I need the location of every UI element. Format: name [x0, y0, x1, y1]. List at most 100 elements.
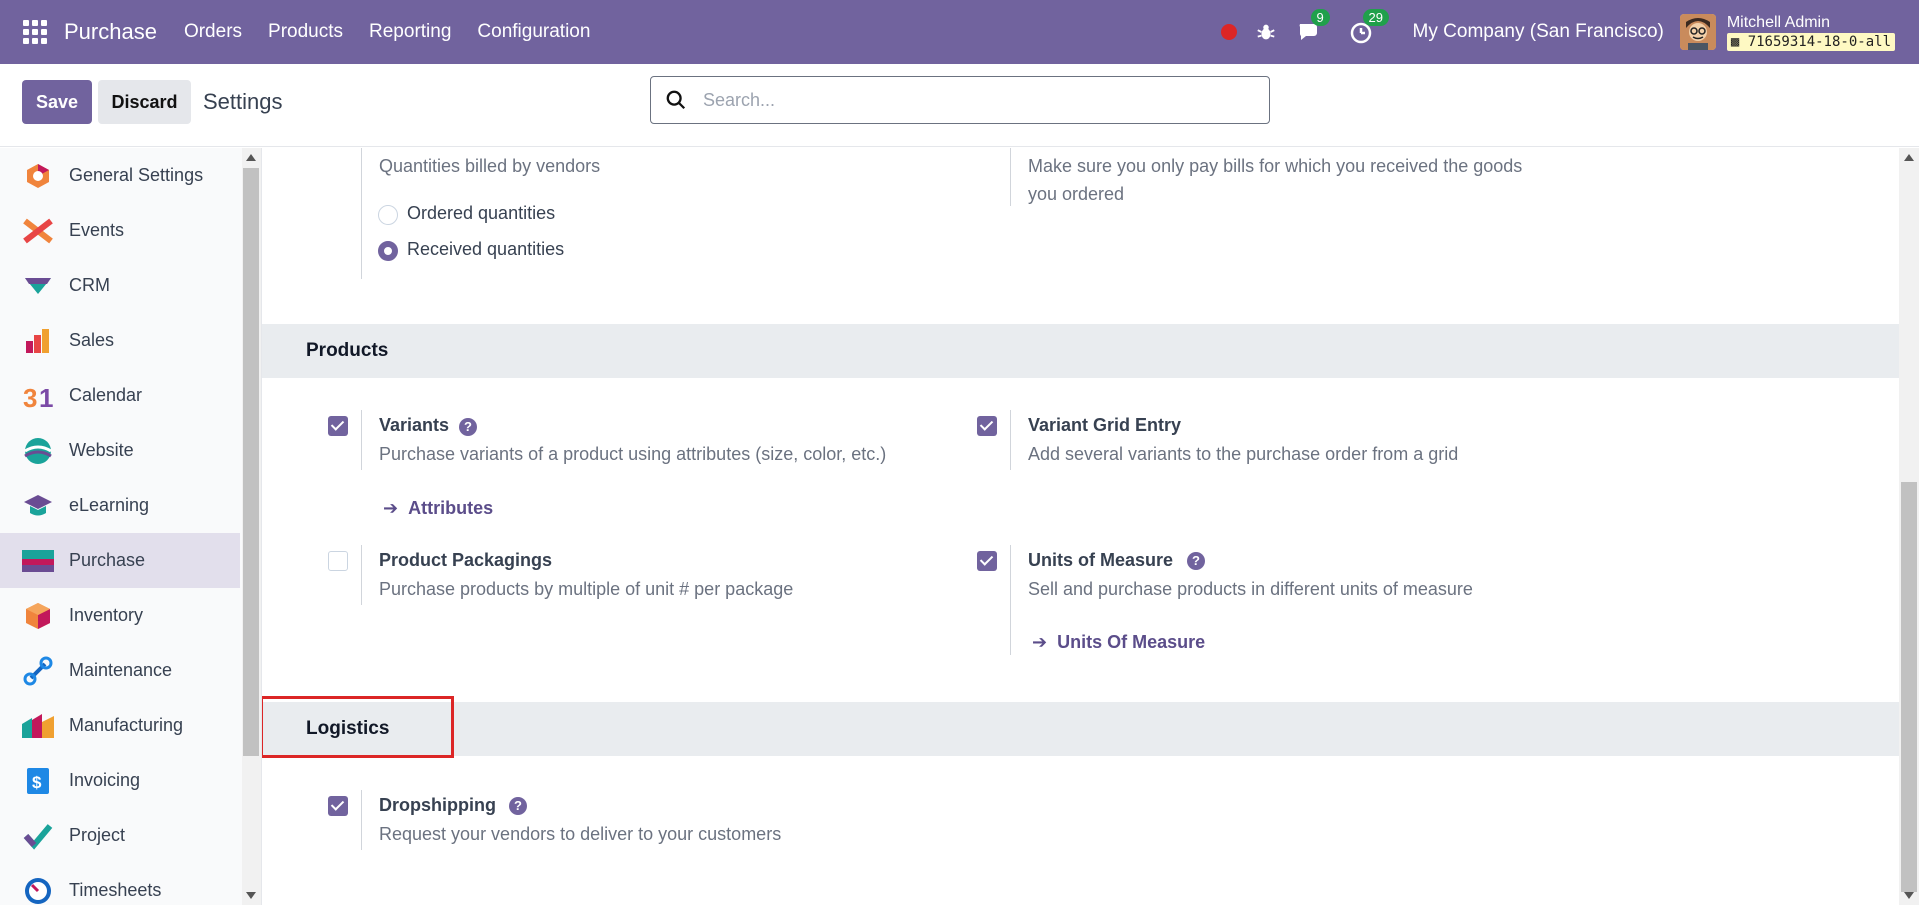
setting-divider	[1010, 148, 1011, 206]
variants-desc: Purchase variants of a product using att…	[379, 444, 887, 464]
messages-button[interactable]: 9	[1297, 9, 1330, 45]
settings-sidebar: General Settings Events CRM Sales 31 Cal…	[0, 148, 262, 905]
sidebar-scrollbar-thumb[interactable]	[243, 168, 259, 756]
section-title-logistics: Logistics	[306, 718, 390, 739]
setting-divider	[1010, 410, 1011, 470]
three-way-match-desc-line2: you ordered	[1028, 184, 1125, 204]
dropshipping-checkbox[interactable]	[328, 796, 348, 816]
sidebar-item-crm[interactable]: CRM	[0, 258, 240, 313]
variants-checkbox[interactable]	[328, 416, 348, 436]
uom-title: Units of Measure	[1028, 550, 1174, 570]
packagings-title: Product Packagings	[379, 550, 553, 570]
app-brand[interactable]: Purchase	[64, 19, 157, 45]
sidebar-item-inventory[interactable]: Inventory	[0, 588, 240, 643]
save-button[interactable]: Save	[22, 80, 92, 124]
variant-grid-title: Variant Grid Entry	[1028, 415, 1182, 435]
menu-reporting[interactable]: Reporting	[369, 21, 451, 43]
sales-icon	[22, 325, 54, 357]
navbar-systray: 9 29 My Company (San Francisco) Mitchell…	[1220, 0, 1919, 64]
packagings-desc: Purchase products by multiple of unit # …	[379, 579, 794, 599]
elearning-icon	[22, 490, 54, 522]
sidebar-item-label: Timesheets	[69, 880, 162, 900]
help-icon[interactable]: ?	[509, 797, 527, 815]
attributes-link[interactable]: ➔ Attributes	[383, 498, 493, 519]
sidebar-item-website[interactable]: Website	[0, 423, 240, 478]
company-switcher[interactable]: My Company (San Francisco)	[1413, 21, 1664, 43]
calendar-icon: 31	[22, 380, 54, 412]
sidebar-item-calendar[interactable]: 31 Calendar	[0, 368, 240, 423]
uom-checkbox[interactable]	[977, 551, 997, 571]
timesheets-icon	[22, 875, 54, 905]
top-navbar: Purchase Orders Products Reporting Confi…	[0, 0, 1919, 64]
svg-text:$: $	[32, 773, 42, 792]
svg-text:3: 3	[23, 383, 37, 410]
sidebar-item-label: Project	[69, 825, 126, 845]
manufacturing-icon	[22, 710, 54, 742]
main-scroll-up-icon[interactable]	[1904, 154, 1914, 161]
main-scroll-down-icon[interactable]	[1904, 892, 1914, 899]
svg-text:1: 1	[39, 383, 53, 410]
sidebar-item-label: Purchase	[69, 550, 146, 570]
activities-badge: 29	[1362, 9, 1390, 26]
help-icon[interactable]: ?	[1187, 552, 1205, 570]
sidebar-scroll-down-icon[interactable]	[246, 892, 256, 899]
sidebar-item-label: Sales	[69, 330, 115, 350]
packagings-checkbox[interactable]	[328, 551, 348, 571]
activities-button[interactable]: 29	[1349, 9, 1390, 45]
database-tag: ▩ 71659314-18-0-all	[1726, 32, 1895, 51]
sidebar-item-timesheets[interactable]: Timesheets	[0, 863, 240, 905]
bug-icon[interactable]	[1255, 21, 1277, 43]
sidebar-item-maintenance[interactable]: Maintenance	[0, 643, 240, 698]
sidebar-item-project[interactable]: Project	[0, 808, 240, 863]
search-box[interactable]	[650, 76, 1270, 124]
sidebar-item-elearning[interactable]: eLearning	[0, 478, 240, 533]
events-icon	[22, 215, 54, 247]
three-way-match-desc-line1: Make sure you only pay bills for which y…	[1028, 156, 1523, 176]
user-avatar[interactable]	[1679, 14, 1716, 50]
sidebar-item-events[interactable]: Events	[0, 203, 240, 258]
menu-configuration[interactable]: Configuration	[477, 21, 590, 43]
sidebar-item-sales[interactable]: Sales	[0, 313, 240, 368]
sidebar-item-label: Inventory	[69, 605, 144, 625]
radio-label-ordered[interactable]: Ordered quantities	[407, 203, 555, 224]
radio-label-received[interactable]: Received quantities	[407, 239, 564, 260]
sidebar-item-purchase[interactable]: Purchase	[0, 533, 240, 588]
setting-divider	[361, 790, 362, 850]
sidebar-item-manufacturing[interactable]: Manufacturing	[0, 698, 240, 753]
record-icon[interactable]	[1220, 24, 1237, 40]
sidebar-item-label: Invoicing	[69, 770, 141, 790]
general-settings-icon	[22, 160, 54, 192]
menu-orders[interactable]: Orders	[184, 21, 242, 43]
sidebar-item-general-settings[interactable]: General Settings	[0, 148, 240, 203]
maintenance-icon	[22, 655, 54, 687]
apps-grid-icon[interactable]	[23, 20, 47, 44]
purchase-icon	[22, 545, 54, 577]
user-menu[interactable]: Mitchell Admin ▩ 71659314-18-0-all	[1726, 13, 1895, 51]
crm-icon	[22, 270, 54, 302]
units-of-measure-link[interactable]: ➔ Units Of Measure	[1032, 632, 1205, 653]
section-logistics: Logistics	[262, 696, 1899, 758]
user-name: Mitchell Admin	[1726, 13, 1830, 31]
main-menu: Orders Products Reporting Configuration	[184, 21, 616, 43]
help-icon[interactable]: ?	[459, 418, 477, 436]
settings-content: Quantities billed by vendors Ordered qua…	[262, 148, 1899, 905]
sidebar-item-label: eLearning	[69, 495, 150, 515]
section-products: Products	[262, 324, 1899, 378]
section-title-products: Products	[306, 340, 389, 361]
radio-received-quantities[interactable]	[378, 241, 398, 261]
database-name: 71659314-18-0-all	[1747, 33, 1891, 50]
search-input[interactable]	[703, 89, 1243, 111]
radio-ordered-quantities[interactable]	[378, 205, 398, 225]
sidebar-item-invoicing[interactable]: $ Invoicing	[0, 753, 240, 808]
control-panel: Save Discard Settings	[0, 64, 1919, 147]
menu-products[interactable]: Products	[268, 21, 343, 43]
discard-button[interactable]: Discard	[98, 80, 191, 124]
main-scrollbar-thumb[interactable]	[1901, 482, 1917, 892]
variant-grid-checkbox[interactable]	[977, 416, 997, 436]
dropshipping-desc: Request your vendors to deliver to your …	[379, 824, 782, 844]
sidebar-scroll-up-icon[interactable]	[246, 154, 256, 161]
setting-divider	[361, 410, 362, 470]
project-icon	[22, 820, 54, 852]
sidebar-item-label: Calendar	[69, 385, 143, 405]
setting-divider	[361, 148, 362, 279]
